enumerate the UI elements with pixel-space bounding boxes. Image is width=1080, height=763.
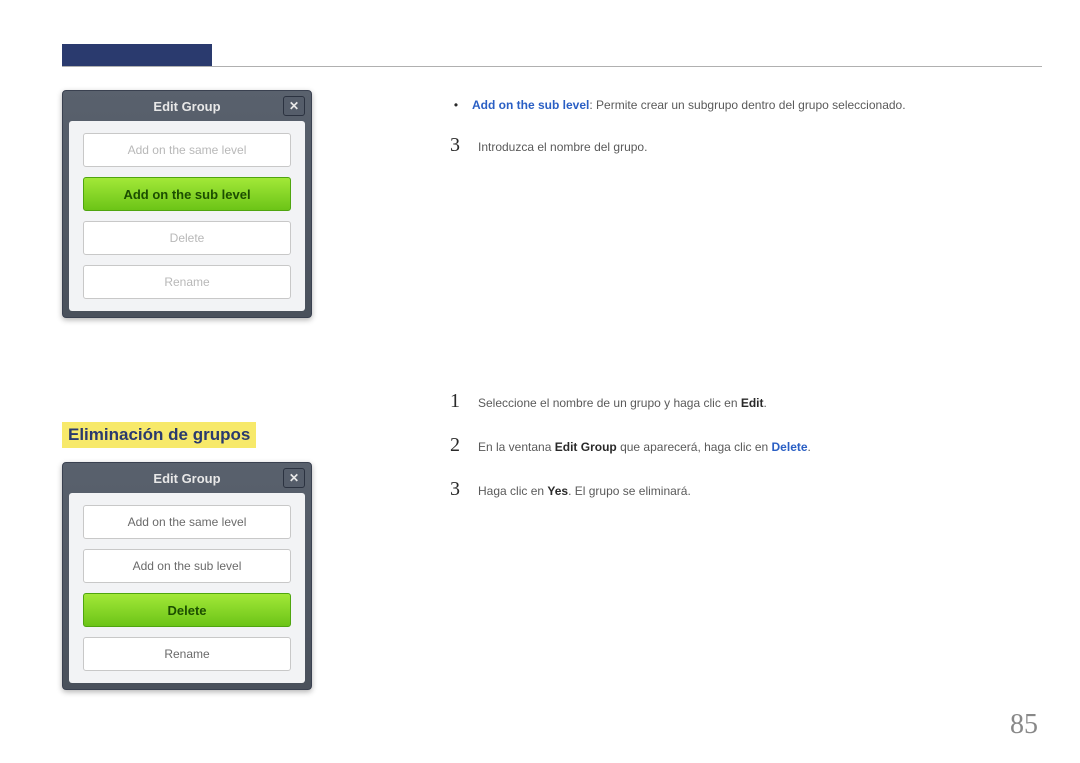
close-button[interactable]: ✕ — [283, 96, 305, 116]
step-row: 3 Haga clic en Yes. El grupo se eliminar… — [450, 474, 1020, 504]
t-bold: Yes — [547, 484, 568, 498]
section-heading: Eliminación de grupos — [62, 422, 256, 448]
left-column: Edit Group ✕ Add on the same level Add o… — [62, 90, 372, 690]
header-accent-bar — [62, 44, 212, 66]
dialog-title-text: Edit Group — [153, 471, 220, 486]
t: que aparecerá, haga clic en — [617, 440, 772, 454]
step-text: Introduzca el nombre del grupo. — [478, 138, 647, 156]
t: . — [764, 396, 767, 410]
dialog-body: Add on the same level Add on the sub lev… — [69, 121, 305, 311]
delete-button[interactable]: Delete — [83, 221, 291, 255]
step-text: En la ventana Edit Group que aparecerá, … — [478, 438, 811, 456]
step-row: 2 En la ventana Edit Group que aparecerá… — [450, 430, 1020, 460]
step-number: 1 — [450, 386, 464, 416]
close-button[interactable]: ✕ — [283, 468, 305, 488]
bullet-bold: Add on the sub level — [472, 98, 589, 112]
bullet-rest: : Permite crear un subgrupo dentro del g… — [589, 98, 905, 112]
step-number: 3 — [450, 130, 464, 160]
delete-button[interactable]: Delete — [83, 593, 291, 627]
add-sub-level-button[interactable]: Add on the sub level — [83, 549, 291, 583]
dialog-body: Add on the same level Add on the sub lev… — [69, 493, 305, 683]
t-bold: Delete — [772, 440, 808, 454]
steps-block: 1 Seleccione el nombre de un grupo y hag… — [450, 386, 1020, 504]
dialog-title-bar: Edit Group ✕ — [63, 91, 311, 121]
bullet-text: Add on the sub level: Permite crear un s… — [472, 96, 906, 114]
add-same-level-button[interactable]: Add on the same level — [83, 133, 291, 167]
t: Haga clic en — [478, 484, 547, 498]
step-text: Seleccione el nombre de un grupo y haga … — [478, 394, 767, 412]
close-icon: ✕ — [289, 99, 299, 113]
t-bold: Edit Group — [555, 440, 617, 454]
step-row: 1 Seleccione el nombre de un grupo y hag… — [450, 386, 1020, 416]
page-number: 85 — [1010, 709, 1038, 741]
step-number: 3 — [450, 474, 464, 504]
rename-button[interactable]: Rename — [83, 265, 291, 299]
t-bold: Edit — [741, 396, 764, 410]
right-column: • Add on the sub level: Permite crear un… — [450, 96, 1020, 518]
rename-button[interactable]: Rename — [83, 637, 291, 671]
bullet-item: • Add on the sub level: Permite crear un… — [450, 96, 1020, 114]
t: . El grupo se eliminará. — [568, 484, 691, 498]
add-sub-level-button[interactable]: Add on the sub level — [83, 177, 291, 211]
edit-group-dialog-2: Edit Group ✕ Add on the same level Add o… — [62, 462, 312, 690]
header-divider — [62, 66, 1042, 67]
t: . — [808, 440, 811, 454]
bullet-icon: • — [450, 96, 462, 114]
t: Seleccione el nombre de un grupo y haga … — [478, 396, 741, 410]
dialog-title-text: Edit Group — [153, 99, 220, 114]
step-number: 2 — [450, 430, 464, 460]
dialog-title-bar: Edit Group ✕ — [63, 463, 311, 493]
add-same-level-button[interactable]: Add on the same level — [83, 505, 291, 539]
step-row: 3 Introduzca el nombre del grupo. — [450, 130, 1020, 160]
edit-group-dialog-1: Edit Group ✕ Add on the same level Add o… — [62, 90, 312, 318]
step-text: Haga clic en Yes. El grupo se eliminará. — [478, 482, 691, 500]
close-icon: ✕ — [289, 471, 299, 485]
t: En la ventana — [478, 440, 555, 454]
